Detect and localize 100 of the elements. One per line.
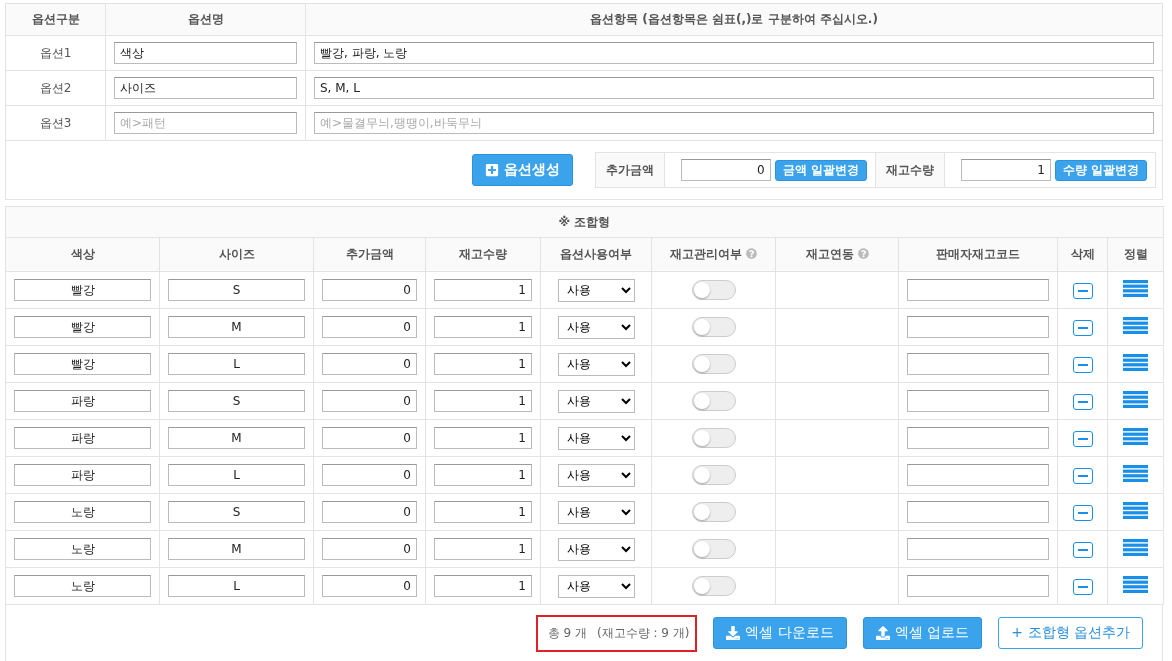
remove-button[interactable] bbox=[1072, 320, 1093, 336]
use-select[interactable]: 사용 bbox=[557, 426, 635, 450]
toggle-switch[interactable] bbox=[691, 428, 736, 448]
input-field[interactable]: 노랑 bbox=[14, 538, 151, 560]
input-field[interactable]: 1 bbox=[434, 501, 532, 523]
menu-icon[interactable] bbox=[1123, 427, 1149, 446]
use-select[interactable]: 사용 bbox=[557, 352, 635, 376]
input-field[interactable] bbox=[907, 427, 1049, 449]
menu-icon[interactable] bbox=[1123, 575, 1149, 594]
input-field[interactable]: 1 bbox=[434, 390, 532, 412]
input-field[interactable] bbox=[907, 279, 1049, 301]
input-field[interactable]: 0 bbox=[322, 575, 417, 597]
input-field[interactable]: 색상 bbox=[114, 42, 297, 64]
toggle-switch[interactable] bbox=[691, 317, 736, 337]
input-field[interactable]: 0 bbox=[322, 316, 417, 338]
input-field[interactable]: 빨강 bbox=[14, 316, 151, 338]
toggle-switch[interactable] bbox=[691, 539, 736, 559]
input-field[interactable]: 빨강 bbox=[14, 353, 151, 375]
input-field[interactable]: 파랑 bbox=[14, 390, 151, 412]
input-field[interactable] bbox=[907, 390, 1049, 412]
remove-button[interactable] bbox=[1072, 542, 1093, 558]
input-field[interactable]: 1 bbox=[434, 353, 532, 375]
input-field[interactable]: 예>패턴 bbox=[114, 112, 297, 134]
input-field[interactable]: 0 bbox=[322, 501, 417, 523]
input-field[interactable]: L bbox=[168, 575, 305, 597]
use-select[interactable]: 사용 bbox=[557, 278, 635, 302]
input-field[interactable] bbox=[907, 464, 1049, 486]
column-header: 옵션사용여부 bbox=[560, 247, 632, 261]
input-field[interactable]: 노랑 bbox=[14, 575, 151, 597]
menu-icon[interactable] bbox=[1123, 390, 1149, 409]
remove-button[interactable] bbox=[1072, 431, 1093, 447]
column-header: 옵션명 bbox=[105, 3, 306, 36]
input-field[interactable]: 1 bbox=[434, 316, 532, 338]
input-field[interactable]: 0 bbox=[322, 390, 417, 412]
menu-icon[interactable] bbox=[1123, 353, 1149, 372]
column-header: 재고관리여부 bbox=[670, 247, 742, 261]
toggle-switch[interactable] bbox=[691, 465, 736, 485]
use-select[interactable]: 사용 bbox=[557, 315, 635, 339]
use-select[interactable]: 사용 bbox=[557, 574, 635, 598]
field-label: 추가금액 bbox=[595, 153, 665, 187]
input-field[interactable]: M bbox=[168, 316, 305, 338]
input-field[interactable]: S bbox=[168, 501, 305, 523]
input-field[interactable] bbox=[907, 316, 1049, 338]
input-field[interactable]: 파랑 bbox=[14, 427, 151, 449]
total-count: 총 9 개 bbox=[547, 624, 587, 642]
remove-button[interactable] bbox=[1072, 468, 1093, 484]
input-field[interactable]: M bbox=[168, 538, 305, 560]
add-option-button[interactable]: + 조합형 옵션추가 bbox=[998, 617, 1143, 649]
input-field[interactable]: S, M, L bbox=[314, 77, 1154, 99]
toggle-switch[interactable] bbox=[691, 354, 736, 374]
menu-icon[interactable] bbox=[1123, 501, 1149, 520]
use-select[interactable]: 사용 bbox=[557, 500, 635, 524]
input-field[interactable]: 1 bbox=[960, 159, 1051, 181]
input-field[interactable]: 파랑 bbox=[14, 464, 151, 486]
input-field[interactable]: 사이즈 bbox=[114, 77, 297, 99]
input-field[interactable]: 예>물결무늬,땡땡이,바둑무늬 bbox=[314, 112, 1154, 134]
remove-button[interactable] bbox=[1072, 357, 1093, 373]
input-field[interactable]: 빨강 bbox=[14, 279, 151, 301]
input-field[interactable]: 0 bbox=[322, 427, 417, 449]
use-select[interactable]: 사용 bbox=[557, 537, 635, 561]
toggle-switch[interactable] bbox=[691, 391, 736, 411]
use-select[interactable]: 사용 bbox=[557, 463, 635, 487]
toggle-switch[interactable] bbox=[691, 576, 736, 596]
input-field[interactable]: L bbox=[168, 464, 305, 486]
input-field[interactable]: S bbox=[168, 279, 305, 301]
toggle-switch[interactable] bbox=[691, 280, 736, 300]
input-field[interactable] bbox=[907, 353, 1049, 375]
input-field[interactable]: 1 bbox=[434, 575, 532, 597]
remove-button[interactable] bbox=[1072, 505, 1093, 521]
row-label: 옵션2 bbox=[39, 80, 72, 95]
menu-icon[interactable] bbox=[1123, 279, 1149, 298]
menu-icon[interactable] bbox=[1123, 538, 1149, 557]
remove-button[interactable] bbox=[1072, 579, 1093, 595]
input-field[interactable]: 빨강, 파랑, 노랑 bbox=[314, 42, 1154, 64]
help-icon[interactable] bbox=[857, 248, 869, 259]
menu-icon[interactable] bbox=[1123, 316, 1149, 335]
remove-button[interactable] bbox=[1072, 283, 1093, 299]
input-field[interactable]: S bbox=[168, 390, 305, 412]
column-header: 옵션구분 bbox=[5, 3, 106, 36]
input-field[interactable]: 1 bbox=[434, 538, 532, 560]
menu-icon[interactable] bbox=[1123, 464, 1149, 483]
input-field[interactable]: 0 bbox=[322, 538, 417, 560]
input-field[interactable] bbox=[907, 538, 1049, 560]
input-field[interactable] bbox=[907, 501, 1049, 523]
input-field[interactable]: M bbox=[168, 427, 305, 449]
use-select[interactable]: 사용 bbox=[557, 389, 635, 413]
table-caption: ※ 조합형 bbox=[558, 214, 611, 229]
input-field[interactable]: 0 bbox=[680, 159, 771, 181]
remove-button[interactable] bbox=[1072, 394, 1093, 410]
input-field[interactable] bbox=[907, 575, 1049, 597]
input-field[interactable]: 0 bbox=[322, 464, 417, 486]
input-field[interactable]: 1 bbox=[434, 464, 532, 486]
toggle-switch[interactable] bbox=[691, 502, 736, 522]
input-field[interactable]: L bbox=[168, 353, 305, 375]
input-field[interactable]: 1 bbox=[434, 279, 532, 301]
input-field[interactable]: 0 bbox=[322, 279, 417, 301]
help-icon[interactable] bbox=[746, 248, 757, 259]
input-field[interactable]: 1 bbox=[434, 427, 532, 449]
input-field[interactable]: 노랑 bbox=[14, 501, 151, 523]
input-field[interactable]: 0 bbox=[322, 353, 417, 375]
